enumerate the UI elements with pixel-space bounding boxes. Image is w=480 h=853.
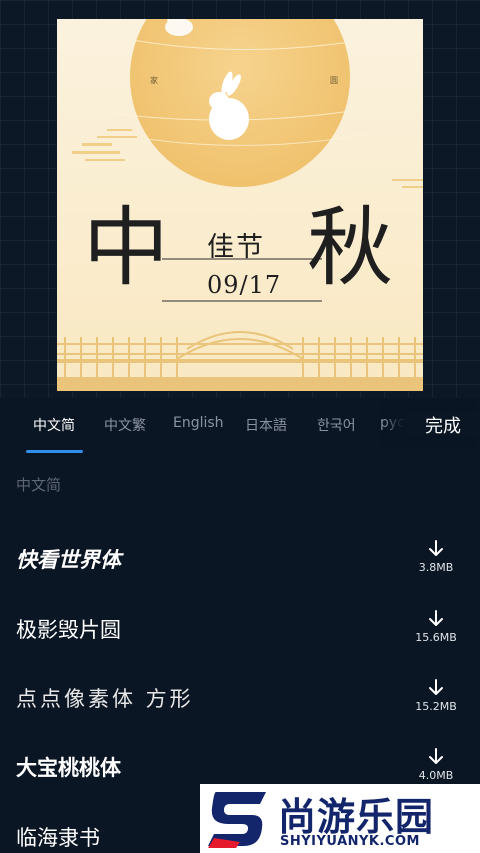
done-button[interactable]: 完成 [406,412,480,437]
active-tab-indicator [26,450,83,453]
font-name: 点点像素体 方形 [16,687,194,711]
tab-japanese[interactable]: 日本語 [245,415,287,435]
download-button[interactable]: 15.2MB [406,671,466,731]
poster-small-right: 圆 [330,76,338,85]
download-button[interactable]: 3.8MB [406,532,466,592]
poster-small-left: 家 [150,76,158,85]
poster-big-right: 秋 [307,198,393,298]
section-label: 中文简 [16,476,62,494]
font-list-item[interactable]: 快看世界体 3.8MB [0,532,480,602]
font-list-item[interactable]: 点点像素体 方形 15.2MB [0,671,480,741]
download-button[interactable]: 15.6MB [406,602,466,662]
font-name: 大宝桃桃体 [16,756,121,780]
poster-preview: 家 圆 中 秋 佳节 09/17 [57,19,423,391]
watermark-title: 尚游乐园 [278,795,435,839]
download-icon [429,610,443,626]
download-icon [429,748,443,764]
font-file-size: 3.8MB [418,561,454,574]
font-file-size: 4.0MB [418,769,454,782]
tab-english[interactable]: English [173,415,224,431]
font-list-item[interactable]: 极影毁片圆 15.6MB [0,602,480,672]
poster-big-left: 中 [83,198,169,298]
site-logo-icon [208,792,266,848]
tab-chinese-simplified[interactable]: 中文简 [33,415,75,435]
font-file-size: 15.6MB [415,631,457,644]
tab-chinese-traditional[interactable]: 中文繁 [104,415,146,435]
watermark: 尚游乐园 SHYIYUANYK.COM [200,784,480,853]
language-tabs: 中文简 中文繁 English 日本語 한국어 русский 完成 [0,398,480,456]
tab-korean[interactable]: 한국어 [317,415,356,435]
download-icon [429,679,443,695]
font-name: 极影毁片圆 [16,618,121,642]
font-name: 临海隶书 [16,826,100,850]
watermark-url: SHYIYUANYK.COM [280,834,420,849]
download-icon [429,540,443,556]
preview-area: 家 圆 中 秋 佳节 09/17 [0,0,480,398]
font-file-size: 15.2MB [415,700,457,713]
poster-date: 09/17 [207,271,282,299]
poster-subtitle: 佳节 [207,232,265,263]
font-name: 快看世界体 [16,548,121,572]
